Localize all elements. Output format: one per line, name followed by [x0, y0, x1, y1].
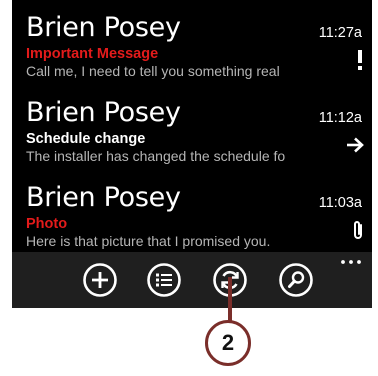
- email-preview: The installer has changed the schedule f…: [26, 148, 286, 164]
- new-icon[interactable]: [82, 262, 118, 298]
- email-preview: Here is that picture that I promised you…: [26, 233, 271, 249]
- high-importance-icon: [344, 48, 366, 72]
- email-subject: Photo: [26, 216, 68, 232]
- attachment-icon: [344, 218, 366, 242]
- email-item[interactable]: Brien Posey Important Message Call me, I…: [12, 10, 372, 94]
- email-time: 11:03a: [318, 195, 362, 211]
- callout-line: [228, 277, 232, 321]
- email-subject: Schedule change: [26, 131, 146, 147]
- email-item[interactable]: Brien Posey Schedule change The installe…: [12, 95, 372, 179]
- email-sender: Brien Posey: [26, 182, 181, 213]
- email-time: 11:12a: [318, 110, 362, 126]
- email-sender: Brien Posey: [26, 12, 181, 43]
- email-sender: Brien Posey: [26, 97, 181, 128]
- app-bar: [12, 252, 372, 308]
- email-time: 11:27a: [318, 25, 362, 41]
- email-subject: Important Message: [26, 46, 159, 62]
- phone-screen: Brien Posey Important Message Call me, I…: [12, 0, 372, 308]
- email-list: Brien Posey Important Message Call me, I…: [12, 0, 372, 252]
- search-icon[interactable]: [278, 262, 314, 298]
- forwarded-icon: [344, 133, 366, 157]
- email-preview: Call me, I need to tell you something re…: [26, 63, 280, 79]
- ellipsis-icon[interactable]: [336, 254, 366, 270]
- select-icon[interactable]: [146, 262, 182, 298]
- callout-badge: 2: [205, 320, 251, 366]
